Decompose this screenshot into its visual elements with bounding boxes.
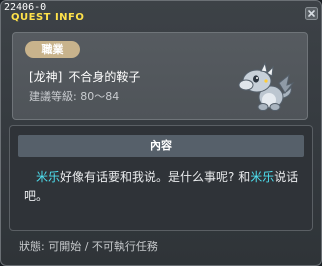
content-header: 內容 [18, 135, 304, 157]
description-text: 好像有话要和我说。是什么事呢? 和 [60, 170, 251, 184]
quest-status: 狀態: 可開始 / 不可執行任務 [19, 240, 158, 253]
quest-description: 米乐好像有话要和我说。是什么事呢? 和米乐说话吧。 [24, 168, 306, 206]
window-title: QUEST INFO [11, 12, 85, 23]
job-badge: 職業 [25, 41, 80, 58]
quest-name: 不合身的鞍子 [68, 70, 141, 84]
close-icon[interactable] [305, 5, 318, 20]
npc-name: 米乐 [250, 170, 275, 184]
quest-title: [龙神] 不合身的鞍子 [29, 69, 140, 85]
quest-info-panel: 職業 [龙神] 不合身的鞍子 建議等級: 80～84 [12, 32, 308, 120]
title-bar[interactable]: 22406-0 QUEST INFO [1, 1, 321, 27]
baby-dragon-npc-icon [238, 61, 295, 111]
quest-info-window: 22406-0 QUEST INFO 職業 [龙神] 不合身的鞍子 建議等級: 8… [0, 0, 322, 266]
recommended-level: 建議等級: 80～84 [29, 90, 120, 103]
quest-category: [龙神] [29, 70, 63, 84]
quest-content-panel: 內容 米乐好像有话要和我说。是什么事呢? 和米乐说话吧。 [9, 125, 313, 231]
npc-name: 米乐 [36, 170, 61, 184]
